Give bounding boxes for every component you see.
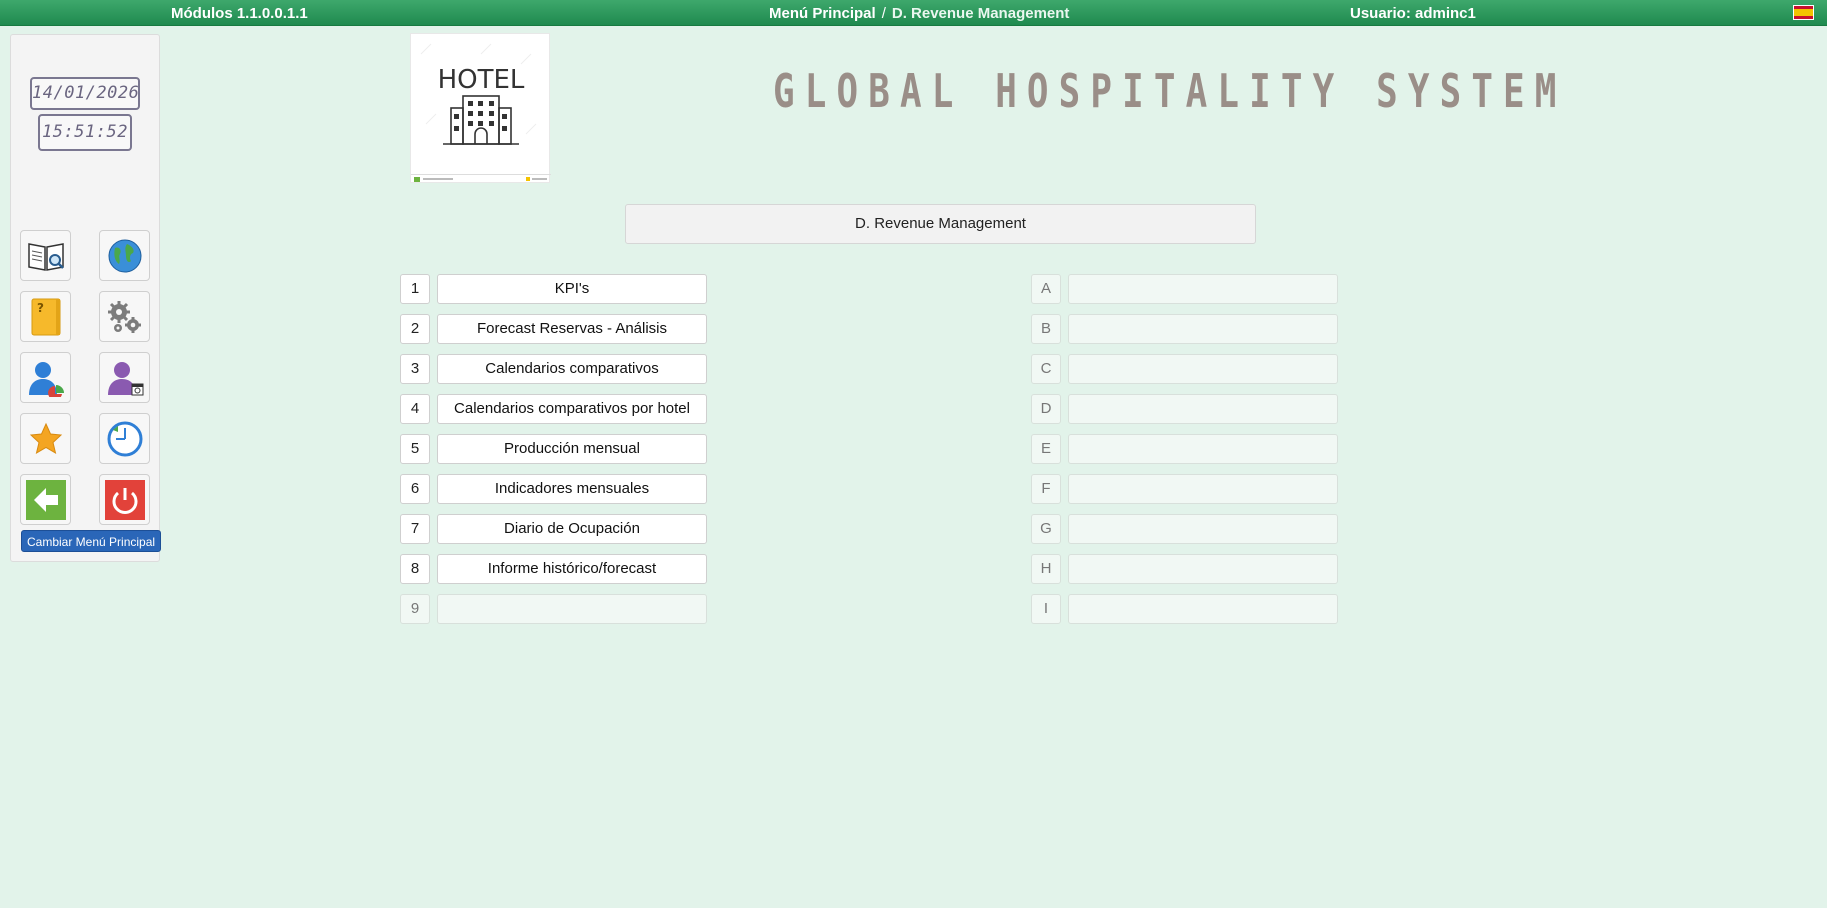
menu-item-key: A xyxy=(1031,274,1061,304)
menu-item-button xyxy=(1068,434,1338,464)
back-arrow-icon xyxy=(25,479,66,520)
menu-item-key: 5 xyxy=(400,434,430,464)
menu-item-key: 6 xyxy=(400,474,430,504)
section-title: D. Revenue Management xyxy=(625,204,1256,244)
menu-item-button[interactable]: Calendarios comparativos xyxy=(437,354,707,384)
menu-item-button xyxy=(1068,354,1338,384)
menu-item-button xyxy=(1068,474,1338,504)
menu-item-button[interactable]: KPI's xyxy=(437,274,707,304)
user-stats-button[interactable] xyxy=(20,352,71,403)
hotel-logo: HOTEL xyxy=(410,33,551,183)
menu-item-button[interactable]: Forecast Reservas - Análisis xyxy=(437,314,707,344)
help-folder-icon: ? xyxy=(31,298,60,335)
menu-item-button xyxy=(1068,274,1338,304)
user-info-button[interactable] xyxy=(99,352,150,403)
menu-item-key: 8 xyxy=(400,554,430,584)
menu-item-key: D xyxy=(1031,394,1061,424)
time-display: 15:51:52 xyxy=(38,114,132,151)
manual-button[interactable] xyxy=(20,230,71,281)
menu-item-button xyxy=(1068,314,1338,344)
menu-item-button[interactable]: Indicadores mensuales xyxy=(437,474,707,504)
breadcrumb-current: D. Revenue Management xyxy=(891,5,1070,22)
menu-item-key: 7 xyxy=(400,514,430,544)
globe-button[interactable] xyxy=(99,230,150,281)
menu-item-button xyxy=(1068,514,1338,544)
user-stats-icon xyxy=(28,361,64,397)
menu-item-key: 1 xyxy=(400,274,430,304)
help-button[interactable]: ? xyxy=(20,291,71,342)
menu-item-key: H xyxy=(1031,554,1061,584)
menu-item-button xyxy=(1068,554,1338,584)
menu-item-button[interactable]: Diario de Ocupación xyxy=(437,514,707,544)
power-icon xyxy=(104,479,145,520)
change-menu-tooltip: Cambiar Menú Principal xyxy=(21,530,162,552)
menu-item-key: E xyxy=(1031,434,1061,464)
breadcrumb-root[interactable]: Menú Principal xyxy=(769,5,876,22)
system-title: GLOBAL HOSPITALITY SYSTEM xyxy=(773,64,1567,118)
settings-icon xyxy=(107,300,141,333)
menu-item-button[interactable]: Informe histórico/forecast xyxy=(437,554,707,584)
menu-item-key: C xyxy=(1031,354,1061,384)
breadcrumb: Menú Principal / D. Revenue Management xyxy=(769,5,1069,22)
power-button[interactable] xyxy=(99,474,150,525)
date-display: 14/01/2026 xyxy=(30,77,140,110)
history-clock-icon xyxy=(107,421,142,456)
menu-item-button xyxy=(1068,594,1338,624)
menu-item-key: 2 xyxy=(400,314,430,344)
menu-item-button xyxy=(1068,394,1338,424)
menu-item-key: 4 xyxy=(400,394,430,424)
menu-item-key: F xyxy=(1031,474,1061,504)
back-button[interactable] xyxy=(20,474,71,525)
menu-item-button[interactable]: Calendarios comparativos por hotel xyxy=(437,394,707,424)
settings-button[interactable] xyxy=(99,291,150,342)
user-info-icon xyxy=(107,361,143,395)
breadcrumb-separator: / xyxy=(881,5,886,22)
logo-text: HOTEL xyxy=(438,65,525,95)
favorites-star-icon xyxy=(29,422,62,454)
menu-item-button[interactable]: Producción mensual xyxy=(437,434,707,464)
history-button[interactable] xyxy=(99,413,150,464)
menu-item-key: B xyxy=(1031,314,1061,344)
favorites-button[interactable] xyxy=(20,413,71,464)
manual-icon xyxy=(27,242,64,271)
globe-icon xyxy=(108,239,141,272)
spain-flag-icon[interactable] xyxy=(1793,5,1814,20)
menu-item-key: 3 xyxy=(400,354,430,384)
menu-item-key: I xyxy=(1031,594,1061,624)
user-label: Usuario: adminc1 xyxy=(1350,5,1476,22)
top-bar: Módulos 1.1.0.0.1.1 Menú Principal / D. Re… xyxy=(0,0,1827,26)
menu-item-key: G xyxy=(1031,514,1061,544)
menu-item-key: 9 xyxy=(400,594,430,624)
svg-text:?: ? xyxy=(37,301,44,315)
menu-item-button xyxy=(437,594,707,624)
hotel-building-icon: HOTEL xyxy=(411,43,551,182)
modules-version: Módulos 1.1.0.0.1.1 xyxy=(171,5,308,22)
